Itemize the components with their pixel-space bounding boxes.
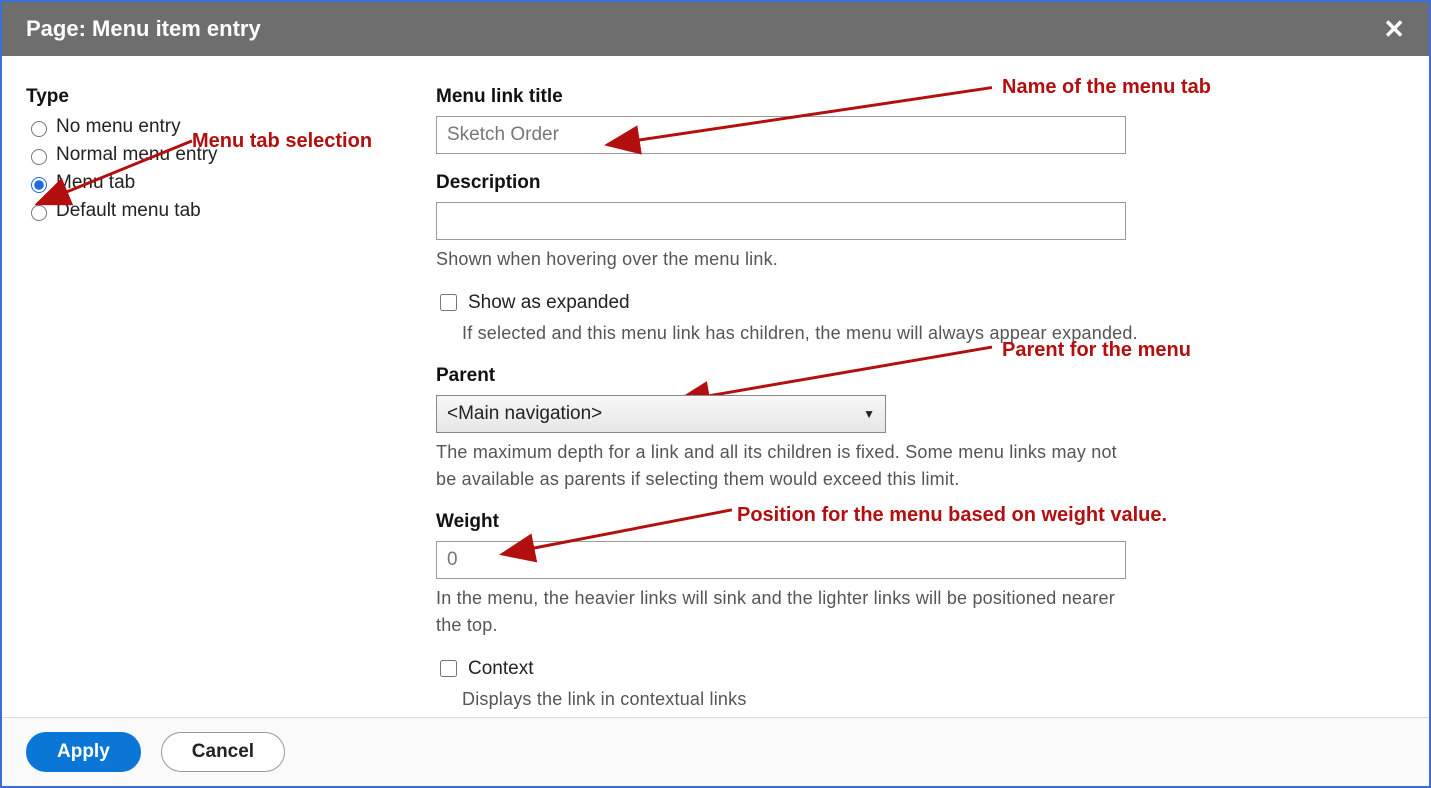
parent-group: Parent <Main navigation> ▼ The maximum d… <box>436 365 1145 493</box>
dialog-title: Page: Menu item entry <box>26 16 261 42</box>
context-help: Displays the link in contextual links <box>462 686 1145 713</box>
fields-section: Menu link title Description Shown when h… <box>436 86 1405 707</box>
weight-help: In the menu, the heavier links will sink… <box>436 585 1126 639</box>
radio-normal-menu-entry[interactable]: Normal menu entry <box>26 144 436 166</box>
close-icon[interactable]: ✕ <box>1383 16 1405 42</box>
parent-select-value: <Main navigation> <box>447 403 602 425</box>
radio-label-default-menu-tab: Default menu tab <box>56 200 201 222</box>
radio-label-menu-tab: Menu tab <box>56 172 135 194</box>
dialog-footer: Apply Cancel <box>2 717 1429 786</box>
parent-help: The maximum depth for a link and all its… <box>436 439 1126 493</box>
menu-link-title-input[interactable] <box>436 116 1126 154</box>
context-label: Context <box>468 658 533 680</box>
parent-select[interactable]: <Main navigation> ▼ <box>436 395 886 433</box>
context-checkbox-row[interactable]: Context <box>436 657 1145 680</box>
apply-button[interactable]: Apply <box>26 732 141 772</box>
expanded-label: Show as expanded <box>468 292 630 314</box>
type-section: Type No menu entry Normal menu entry Men… <box>26 86 436 707</box>
menu-item-entry-dialog: Page: Menu item entry ✕ Menu tab selecti… <box>0 0 1431 788</box>
parent-label: Parent <box>436 365 1145 387</box>
radio-label-normal-menu-entry: Normal menu entry <box>56 144 218 166</box>
context-group: Context Displays the link in contextual … <box>436 657 1145 713</box>
type-label: Type <box>26 86 436 108</box>
expanded-group: Show as expanded If selected and this me… <box>436 291 1145 347</box>
radio-default-menu-tab[interactable]: Default menu tab <box>26 200 436 222</box>
radio-menu-tab[interactable]: Menu tab <box>26 172 436 194</box>
radio-input-no-menu-entry[interactable] <box>31 121 47 137</box>
radio-label-no-menu-entry: No menu entry <box>56 116 181 138</box>
description-label: Description <box>436 172 1145 194</box>
radio-input-normal-menu-entry[interactable] <box>31 149 47 165</box>
expanded-checkbox[interactable] <box>440 294 457 311</box>
expanded-checkbox-row[interactable]: Show as expanded <box>436 291 1145 314</box>
weight-label: Weight <box>436 511 1145 533</box>
radio-input-menu-tab[interactable] <box>31 177 47 193</box>
dialog-body: Menu tab selection Name of the menu tab … <box>2 56 1429 717</box>
description-input[interactable] <box>436 202 1126 240</box>
context-checkbox[interactable] <box>440 660 457 677</box>
weight-group: Weight In the menu, the heavier links wi… <box>436 511 1145 639</box>
menu-link-title-label: Menu link title <box>436 86 1145 108</box>
radio-no-menu-entry[interactable]: No menu entry <box>26 116 436 138</box>
radio-input-default-menu-tab[interactable] <box>31 205 47 221</box>
dialog-header: Page: Menu item entry ✕ <box>2 2 1429 56</box>
description-group: Description Shown when hovering over the… <box>436 172 1145 273</box>
cancel-button[interactable]: Cancel <box>161 732 285 772</box>
menu-link-title-group: Menu link title <box>436 86 1145 154</box>
expanded-help: If selected and this menu link has child… <box>462 320 1145 347</box>
chevron-down-icon: ▼ <box>863 407 875 421</box>
description-help: Shown when hovering over the menu link. <box>436 246 1126 273</box>
weight-input[interactable] <box>436 541 1126 579</box>
